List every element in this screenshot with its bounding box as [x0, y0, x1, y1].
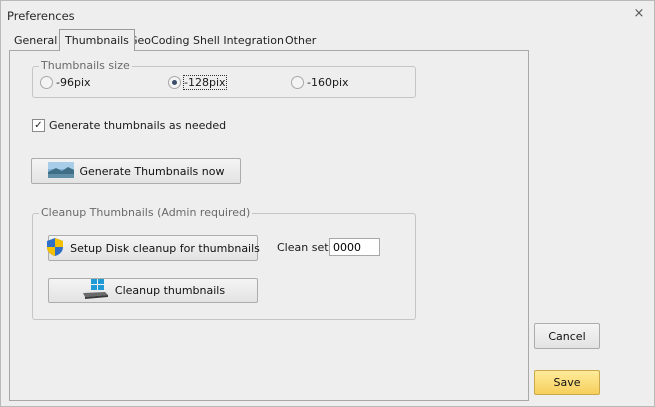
generate-thumbnails-now-button[interactable]: Generate Thumbnails now	[31, 158, 241, 184]
radio-128pix-label: -128pix	[183, 75, 227, 90]
cancel-button[interactable]: Cancel	[534, 323, 600, 349]
radio-160pix[interactable]: -160pix	[291, 76, 349, 89]
thumbnails-size-group: Thumbnails size -96pix -128pix -160pix	[32, 59, 416, 98]
radio-128pix-dot[interactable]	[168, 76, 181, 89]
tab-other[interactable]: Other	[280, 31, 321, 50]
title-bar: Preferences ×	[1, 1, 654, 29]
setup-disk-cleanup-label: Setup Disk cleanup for thumbnails	[70, 241, 260, 255]
radio-96pix[interactable]: -96pix	[40, 76, 91, 89]
tab-thumbnails[interactable]: Thumbnails	[59, 29, 135, 51]
radio-96pix-dot[interactable]	[40, 76, 53, 89]
clean-set-input[interactable]	[329, 238, 380, 256]
setup-disk-cleanup-button[interactable]: Setup Disk cleanup for thumbnails	[46, 235, 260, 261]
windows-drive-icon	[81, 279, 109, 302]
save-button[interactable]: Save	[534, 370, 600, 395]
radio-96pix-label: -96pix	[56, 76, 91, 89]
thumbnails-size-legend: Thumbnails size	[39, 59, 132, 72]
cleanup-thumbnails-group: Cleanup Thumbnails (Admin required) Setu…	[32, 206, 416, 320]
radio-160pix-dot[interactable]	[291, 76, 304, 89]
landscape-image-icon	[47, 161, 74, 181]
cleanup-thumbnails-legend: Cleanup Thumbnails (Admin required)	[39, 206, 253, 219]
radio-160pix-label: -160pix	[307, 76, 349, 89]
cleanup-thumbnails-button[interactable]: Cleanup thumbnails	[48, 278, 258, 303]
shield-icon	[46, 237, 64, 260]
thumbnails-tab-panel: Thumbnails size -96pix -128pix -160pix ✓…	[9, 50, 529, 401]
checkbox-box[interactable]: ✓	[32, 119, 45, 132]
cleanup-thumbnails-label: Cleanup thumbnails	[114, 284, 226, 297]
radio-128pix[interactable]: -128pix	[168, 75, 227, 90]
preferences-window: Preferences × General Thumbnails GeoCodi…	[0, 0, 655, 407]
generate-thumbnails-now-label: Generate Thumbnails now	[79, 164, 225, 178]
generate-as-needed-checkbox[interactable]: ✓ Generate thumbnails as needed	[32, 119, 226, 132]
clean-set-label: Clean set	[277, 241, 329, 254]
window-title: Preferences	[7, 9, 75, 23]
tab-general[interactable]: General	[9, 31, 62, 50]
close-icon[interactable]: ×	[632, 7, 646, 21]
tab-shell-integration[interactable]: Shell Integration	[188, 31, 289, 50]
generate-as-needed-label: Generate thumbnails as needed	[49, 119, 227, 132]
